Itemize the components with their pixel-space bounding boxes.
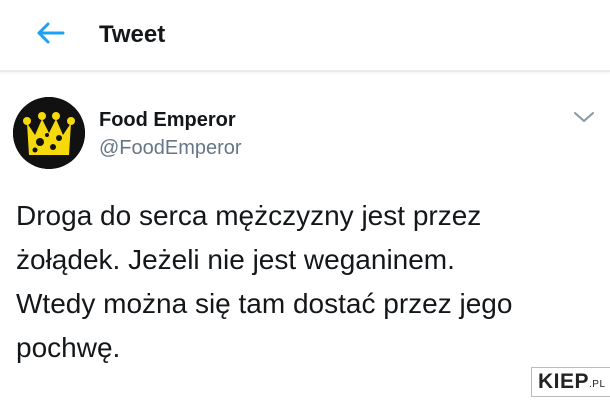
chevron-down-icon: [573, 110, 595, 129]
crown-cheese-avatar: [13, 97, 85, 169]
page-title: Tweet: [99, 21, 166, 48]
author-name[interactable]: Food Emperor: [99, 108, 236, 132]
arrow-left-icon: [35, 21, 65, 50]
tweet-text: Droga do serca mężczyzny jest przez żołą…: [16, 200, 513, 363]
top-bar: Tweet: [0, 0, 610, 72]
avatar[interactable]: [13, 97, 85, 169]
watermark-main: KIEP: [538, 370, 590, 393]
tweet-menu-button[interactable]: [570, 108, 598, 130]
author-handle[interactable]: @FoodEmperor: [99, 136, 242, 160]
watermark-logo: KIEP .PL: [531, 367, 610, 397]
back-button[interactable]: [30, 17, 70, 53]
tweet-page: Tweet Food Emperor @FoodEmperor Droga do…: [0, 0, 610, 403]
watermark-sub: .PL: [589, 379, 606, 390]
